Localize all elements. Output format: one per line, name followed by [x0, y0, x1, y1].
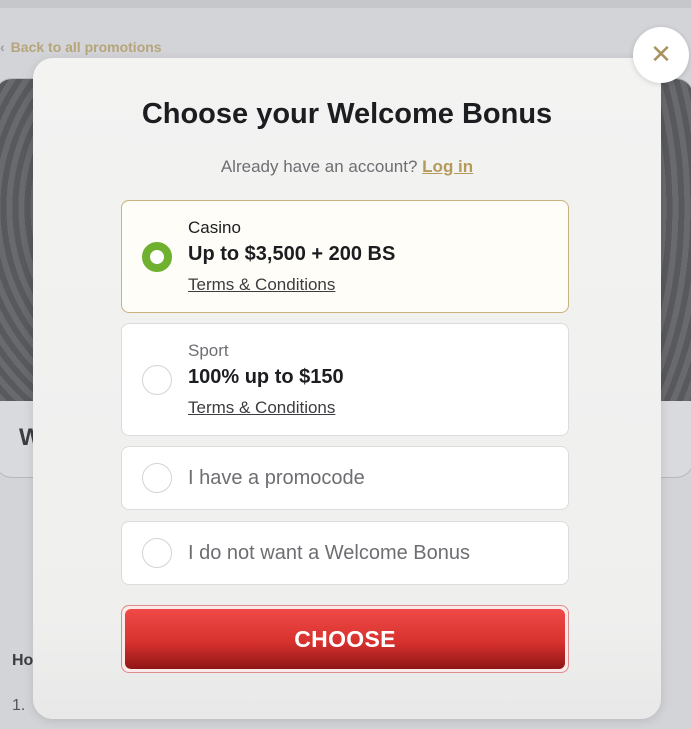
radio-promocode[interactable] [142, 463, 172, 493]
back-link-label: Back to all promotions [10, 39, 162, 55]
login-link[interactable]: Log in [422, 157, 473, 176]
option-amount: 100% up to $150 [188, 366, 344, 388]
close-button[interactable]: ✕ [633, 27, 689, 83]
option-amount: Up to $3,500 + 200 BS [188, 243, 396, 265]
how-to-heading: Ho [12, 652, 34, 669]
modal-title: Choose your Welcome Bonus [141, 98, 553, 130]
welcome-bonus-modal: Choose your Welcome Bonus Already have a… [33, 58, 661, 719]
bonus-option-sport[interactable]: Sport 100% up to $150 Terms & Conditions [121, 323, 569, 436]
option-category: Sport [188, 341, 229, 360]
bonus-option-no-bonus[interactable]: I do not want a Welcome Bonus [121, 521, 569, 585]
step-item: 1. [12, 697, 26, 714]
option-label: I do not want a Welcome Bonus [188, 542, 471, 564]
option-category: Casino [188, 218, 241, 237]
account-prompt: Already have an account? Log in [33, 157, 661, 177]
radio-no-bonus[interactable] [142, 538, 172, 568]
top-bar [0, 0, 691, 8]
choose-button[interactable]: CHOOSE [121, 605, 569, 673]
radio-casino[interactable] [142, 242, 172, 272]
chevron-left-icon: ‹ [0, 39, 5, 55]
close-icon: ✕ [650, 40, 672, 70]
back-to-promotions-link[interactable]: ‹ Back to all promotions [0, 39, 162, 55]
bonus-option-promocode[interactable]: I have a promocode [121, 446, 569, 510]
bonus-option-casino[interactable]: Casino Up to $3,500 + 200 BS Terms & Con… [121, 200, 569, 313]
terms-link-sport[interactable]: Terms & Conditions [188, 398, 335, 418]
account-prompt-text: Already have an account? [220, 157, 418, 176]
terms-link-casino[interactable]: Terms & Conditions [188, 275, 335, 295]
radio-sport[interactable] [142, 365, 172, 395]
choose-button-label: CHOOSE [125, 609, 565, 669]
option-label: I have a promocode [188, 467, 365, 489]
